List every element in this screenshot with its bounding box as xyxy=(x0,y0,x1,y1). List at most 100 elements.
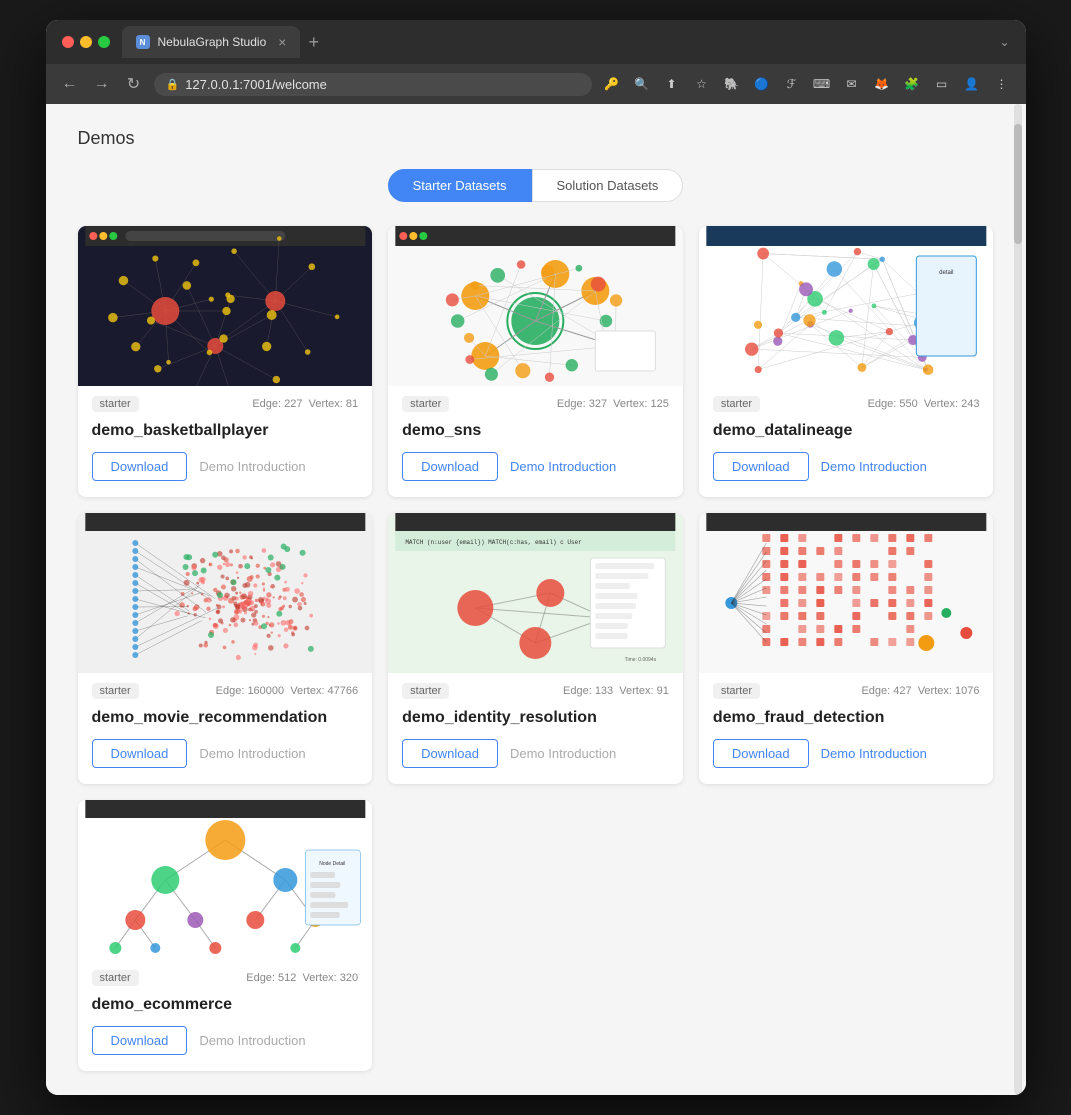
demo-card-demo_identity_resolution: MATCH (n:user {email}) MATCH(c:has, emai… xyxy=(388,513,683,784)
demo-intro-button: Demo Introduction xyxy=(510,746,616,761)
ext7-icon[interactable]: 🧩 xyxy=(900,72,924,96)
download-button[interactable]: Download xyxy=(402,739,498,768)
scrollbar-thumb[interactable] xyxy=(1014,124,1022,244)
demo-card-demo_movie_recommendation: starter Edge: 160000 Vertex: 47766 demo_… xyxy=(78,513,373,784)
demo-card-demo_ecommerce: Node Detail starter Edge: 512 Vertex: 32… xyxy=(78,800,373,1071)
maximize-button[interactable] xyxy=(98,36,110,48)
page-content: Demos Starter Datasets Solution Datasets… xyxy=(46,104,1026,1095)
demo-meta-demo_ecommerce: starter Edge: 512 Vertex: 320 xyxy=(78,960,373,990)
demo-actions: Download Demo Introduction xyxy=(78,452,373,497)
refresh-button[interactable]: ↻ xyxy=(122,74,146,94)
demo-intro-button[interactable]: Demo Introduction xyxy=(510,459,616,474)
demo-badge: starter xyxy=(402,683,449,699)
scrollbar[interactable] xyxy=(1014,104,1022,1095)
demo-meta-demo_datalineage: starter Edge: 550 Vertex: 243 xyxy=(699,386,994,416)
demo-meta-demo_identity_resolution: starter Edge: 133 Vertex: 91 xyxy=(388,673,683,703)
demo-intro-button: Demo Introduction xyxy=(199,459,305,474)
svg-text:MATCH (n:user {email}) MATCH(c: MATCH (n:user {email}) MATCH(c:has, emai… xyxy=(405,539,582,546)
demo-actions: Download Demo Introduction xyxy=(388,739,683,784)
demo-stats: Edge: 327 Vertex: 125 xyxy=(557,398,669,410)
sidebar-icon[interactable]: ▭ xyxy=(930,72,954,96)
demo-card-demo_basketballplayer: starter Edge: 227 Vertex: 81 demo_basket… xyxy=(78,226,373,497)
demo-meta-demo_movie_recommendation: starter Edge: 160000 Vertex: 47766 xyxy=(78,673,373,703)
lock-icon: 🔒 xyxy=(166,78,180,91)
titlebar: N NebulaGraph Studio × + ⌄ xyxy=(46,20,1026,64)
demo-preview-demo_movie_recommendation xyxy=(78,513,373,673)
demo-badge: starter xyxy=(92,396,139,412)
demo-preview-demo_ecommerce: Node Detail xyxy=(78,800,373,960)
ext5-icon[interactable]: ✉ xyxy=(840,72,864,96)
demo-name: demo_movie_recommendation xyxy=(78,703,373,739)
forward-button[interactable]: → xyxy=(90,75,114,93)
solution-datasets-tab[interactable]: Solution Datasets xyxy=(532,169,684,202)
demo-name: demo_datalineage xyxy=(699,416,994,452)
demo-badge: starter xyxy=(92,970,139,986)
demos-grid: starter Edge: 227 Vertex: 81 demo_basket… xyxy=(78,226,994,1071)
demo-stats: Edge: 160000 Vertex: 47766 xyxy=(216,685,359,697)
download-button[interactable]: Download xyxy=(713,452,809,481)
demo-intro-button[interactable]: Demo Introduction xyxy=(821,746,927,761)
new-tab-button[interactable]: + xyxy=(308,32,319,53)
address-bar[interactable]: 🔒 127.0.0.1:7001/welcome xyxy=(154,73,592,96)
demo-name: demo_fraud_detection xyxy=(699,703,994,739)
back-button[interactable]: ← xyxy=(58,75,82,93)
star-icon[interactable]: ☆ xyxy=(690,72,714,96)
ext1-icon[interactable]: 🐘 xyxy=(720,72,744,96)
key-icon[interactable]: 🔑 xyxy=(600,72,624,96)
demo-name: demo_basketballplayer xyxy=(78,416,373,452)
dataset-tabs: Starter Datasets Solution Datasets xyxy=(78,169,994,202)
demo-actions: Download Demo Introduction xyxy=(78,1026,373,1071)
demo-badge: starter xyxy=(402,396,449,412)
demo-actions: Download Demo Introduction xyxy=(78,739,373,784)
demo-preview-demo_datalineage: detail xyxy=(699,226,994,386)
traffic-lights xyxy=(62,36,110,48)
ext2-icon[interactable]: 🔵 xyxy=(750,72,774,96)
download-button[interactable]: Download xyxy=(402,452,498,481)
ext6-icon[interactable]: 🦊 xyxy=(870,72,894,96)
demo-badge: starter xyxy=(713,396,760,412)
demo-card-demo_fraud_detection: starter Edge: 427 Vertex: 1076 demo_frau… xyxy=(699,513,994,784)
demo-stats: Edge: 133 Vertex: 91 xyxy=(563,685,669,697)
download-button[interactable]: Download xyxy=(92,1026,188,1055)
demo-stats: Edge: 512 Vertex: 320 xyxy=(246,972,358,984)
demo-actions: Download Demo Introduction xyxy=(388,452,683,497)
download-button[interactable]: Download xyxy=(713,739,809,768)
tab-title: NebulaGraph Studio xyxy=(158,35,267,49)
tab-close-button[interactable]: × xyxy=(278,34,286,50)
search-icon[interactable]: 🔍 xyxy=(630,72,654,96)
starter-datasets-tab[interactable]: Starter Datasets xyxy=(388,169,532,202)
ext4-icon[interactable]: ⌨ xyxy=(810,72,834,96)
minimize-button[interactable] xyxy=(80,36,92,48)
demo-name: demo_sns xyxy=(388,416,683,452)
demo-preview-demo_sns xyxy=(388,226,683,386)
demo-preview-demo_basketballplayer xyxy=(78,226,373,386)
demo-meta-demo_fraud_detection: starter Edge: 427 Vertex: 1076 xyxy=(699,673,994,703)
tab-favicon: N xyxy=(136,35,150,49)
tab-bar: N NebulaGraph Studio × + xyxy=(122,26,988,58)
browser-window: N NebulaGraph Studio × + ⌄ ← → ↻ 🔒 127.0… xyxy=(46,20,1026,1095)
svg-text:Time: 0.0094s: Time: 0.0094s xyxy=(625,657,657,663)
ext3-icon[interactable]: ℱ xyxy=(780,72,804,96)
demo-intro-button[interactable]: Demo Introduction xyxy=(821,459,927,474)
page-title: Demos xyxy=(78,128,994,149)
demo-preview-demo_fraud_detection xyxy=(699,513,994,673)
svg-text:Node Detail: Node Detail xyxy=(319,861,345,867)
close-button[interactable] xyxy=(62,36,74,48)
demo-stats: Edge: 427 Vertex: 1076 xyxy=(861,685,979,697)
demo-preview-demo_identity_resolution: MATCH (n:user {email}) MATCH(c:has, emai… xyxy=(388,513,683,673)
url-text: 127.0.0.1:7001/welcome xyxy=(185,77,327,92)
demo-name: demo_ecommerce xyxy=(78,990,373,1026)
share-icon[interactable]: ⬆ xyxy=(660,72,684,96)
download-button[interactable]: Download xyxy=(92,452,188,481)
toolbar-icons: 🔑 🔍 ⬆ ☆ 🐘 🔵 ℱ ⌨ ✉ 🦊 🧩 ▭ 👤 ⋮ xyxy=(600,72,1014,96)
demo-intro-button: Demo Introduction xyxy=(199,746,305,761)
demo-card-demo_datalineage: detail starter Edge: 550 Vertex: 243 dem… xyxy=(699,226,994,497)
window-controls[interactable]: ⌄ xyxy=(999,35,1009,49)
svg-text:detail: detail xyxy=(939,270,953,276)
browser-tab[interactable]: N NebulaGraph Studio × xyxy=(122,26,301,58)
download-button[interactable]: Download xyxy=(92,739,188,768)
menu-icon[interactable]: ⋮ xyxy=(990,72,1014,96)
demo-intro-button: Demo Introduction xyxy=(199,1033,305,1048)
avatar-icon[interactable]: 👤 xyxy=(960,72,984,96)
demo-card-demo_sns: starter Edge: 327 Vertex: 125 demo_sns D… xyxy=(388,226,683,497)
